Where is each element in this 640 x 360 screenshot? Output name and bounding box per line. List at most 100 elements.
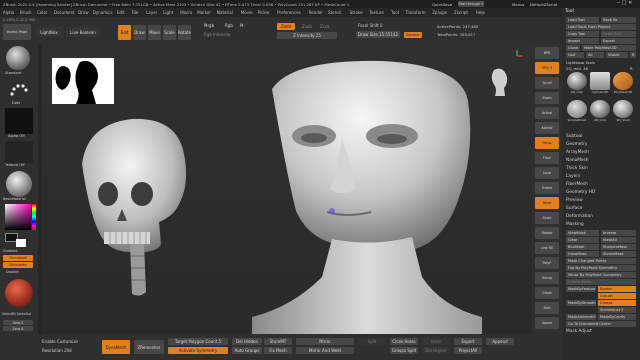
mrgb-button[interactable]: Mrgb — [204, 23, 214, 28]
menu-stroke[interactable]: Stroke — [350, 10, 363, 15]
menu-alpha[interactable]: Alpha — [3, 10, 14, 15]
scale-button[interactable]: Scale — [163, 25, 176, 40]
menu-brush[interactable]: Brush — [20, 10, 32, 15]
section-geometry-hd[interactable]: Geometry HD — [566, 190, 595, 195]
navigation-gizmo[interactable] — [491, 50, 523, 96]
window-controls-icon[interactable]: ‒ □ ✕ — [617, 0, 632, 6]
del-hidden-button[interactable]: Del Hidden — [232, 338, 262, 345]
zero-a-button[interactable]: Zero A — [3, 326, 33, 331]
inverse-button[interactable]: Inverse — [601, 230, 636, 236]
mirror-button[interactable]: Mirror — [296, 338, 354, 345]
section-fibermesh[interactable]: FiberMesh — [566, 182, 588, 187]
shelf-frame-button[interactable]: Frame — [535, 182, 559, 194]
dots-stroke-icon[interactable] — [8, 80, 30, 102]
menu-preferences[interactable]: Preferences — [277, 10, 301, 15]
section-preview[interactable]: Preview — [566, 198, 583, 203]
menu-edit[interactable]: Edit — [117, 10, 125, 15]
m-button[interactable]: M — [240, 23, 243, 28]
dynamesh-button[interactable]: DynaMesh — [102, 340, 130, 354]
shelf-move-button[interactable]: Move — [535, 197, 559, 209]
project-all-button[interactable]: ProjectAll — [454, 347, 482, 354]
shelf-aahalf-button[interactable]: AAHalf — [535, 122, 559, 134]
shelf-line-fill-button[interactable]: Line Fill — [535, 242, 559, 254]
rgb-button[interactable]: Rgb — [225, 23, 233, 28]
shelf-scale-button[interactable]: Scale — [535, 212, 559, 224]
menu-movie[interactable]: Movie — [241, 10, 253, 15]
menu-draw[interactable]: Draw — [78, 10, 88, 15]
mask-changed-points-button[interactable]: Mask Changed Points — [566, 258, 636, 264]
del-higher-button[interactable]: Del Higher — [422, 347, 450, 354]
tool-thumb[interactable]: PolyMesh3D — [612, 72, 634, 98]
zremesher-button[interactable]: ZRemesher — [134, 340, 164, 354]
section-geometry[interactable]: Geometry — [566, 142, 587, 147]
section-thick-skin[interactable]: Thick Skin — [566, 166, 588, 171]
export-bottom-button[interactable]: Export — [454, 338, 482, 345]
menu-tool[interactable]: Tool — [391, 10, 399, 15]
goz-button[interactable]: GoZ — [566, 52, 584, 58]
section-surface[interactable]: Surface — [566, 206, 582, 211]
secondary-color-swatch[interactable] — [16, 239, 26, 247]
mirror-weld-button[interactable]: Mirror And Weld — [296, 347, 354, 354]
crease-button[interactable]: Crease — [598, 300, 636, 306]
menu-transform[interactable]: Transform — [406, 10, 426, 15]
shelf-spix-3-button[interactable]: SPix 3 — [535, 62, 559, 74]
shelf-zoom-button[interactable]: Zoom — [535, 92, 559, 104]
section-masking[interactable]: Masking — [566, 222, 584, 227]
shelf-scroll-button[interactable]: Scroll — [535, 77, 559, 89]
go-to-unmasked-center-button[interactable]: Go To Unmasked Center — [566, 321, 636, 327]
flip-polypaint-button[interactable]: Flip By PolyPaint Symmetry — [566, 265, 636, 271]
inner-button[interactable]: Inner — [422, 338, 450, 345]
edit-button[interactable]: Edit — [118, 25, 131, 40]
standard-brush-icon[interactable] — [6, 46, 30, 70]
copy-tool-button[interactable]: Copy Tool — [566, 31, 599, 37]
storemt-button[interactable]: StoreMT — [264, 338, 292, 345]
focal-shift-slider[interactable]: Focal Shift 0 — [358, 23, 383, 28]
menu-zplugin[interactable]: Zplugin — [432, 10, 447, 15]
shelf-persp-button[interactable]: Persp — [535, 137, 559, 149]
menu-marker[interactable]: Marker — [197, 10, 211, 15]
save-as-button[interactable]: Save As — [601, 17, 636, 23]
maskall-button[interactable]: MaskAll — [601, 237, 636, 243]
r-button[interactable]: R — [630, 52, 636, 58]
menu-color[interactable]: Color — [37, 10, 47, 15]
select-lasso-label[interactable]: SelectRt SelectLa — [2, 312, 31, 316]
visible-button[interactable]: Visible — [606, 52, 628, 58]
tool-thumb[interactable]: ZQ_Skull — [612, 100, 634, 126]
menu-light[interactable]: Light — [163, 10, 173, 15]
draw-button[interactable]: Draw — [133, 25, 146, 40]
load-tool-button[interactable]: Load Tool — [566, 17, 599, 23]
canvas-viewport[interactable] — [42, 44, 532, 334]
silhouette-button[interactable]: Silhouette — [3, 262, 33, 268]
draw-size-slider[interactable]: Draw Size 15.55142 — [356, 31, 400, 38]
menu-texture[interactable]: Texture — [369, 10, 384, 15]
mask-ao-button[interactable]: MaskAmbientOcclusion — [566, 314, 596, 320]
shelf-floor-button[interactable]: Floor — [535, 152, 559, 164]
close-holes-button[interactable]: Close Holes — [390, 338, 418, 345]
menu-zscript[interactable]: Zscript — [454, 10, 468, 15]
shelf-polyf-button[interactable]: PolyF — [535, 257, 559, 269]
target-polycount-slider[interactable]: Target Polygon Count 5 — [168, 338, 228, 345]
load-tools-project-button[interactable]: Load Tools From Project — [566, 24, 636, 30]
thumbnail-button[interactable]: Thumbnail — [3, 255, 33, 261]
z-intensity-slider[interactable]: Z Intensity 25 — [277, 32, 337, 39]
make-polymesh-button[interactable]: Make PolyMesh3D — [582, 45, 636, 51]
menu-layer[interactable]: Layer — [146, 10, 157, 15]
r-toggle[interactable]: R — [630, 66, 633, 71]
zsub-button[interactable]: Zsub — [302, 24, 312, 29]
groups-split-button[interactable]: Groups Split — [390, 347, 418, 354]
quicksave-button[interactable]: QuickSave — [432, 2, 452, 7]
see-through-slider[interactable]: See-through 0 — [458, 1, 484, 7]
dynamic-button[interactable]: Dynamic — [404, 32, 422, 38]
blurmask-button[interactable]: BlurMask — [566, 244, 599, 250]
shell-adjust-slider[interactable]: ShellAdjust 2 — [598, 307, 636, 313]
alpha-off-icon[interactable] — [5, 108, 33, 134]
sharpenmask-button[interactable]: SharpenMask — [601, 244, 636, 250]
auto-groups-button[interactable]: Auto Groups — [232, 347, 262, 354]
resolution-slider[interactable]: Resolution 204 — [42, 348, 72, 353]
color-picker[interactable] — [5, 204, 31, 230]
shelf-rotate-button[interactable]: Rotate — [535, 227, 559, 239]
zero-s-button[interactable]: Zero S — [3, 320, 33, 325]
section-subtool[interactable]: Subtool — [566, 134, 582, 139]
home-page-button[interactable]: Home Page — [3, 24, 31, 40]
mask-cavity-button[interactable]: MaskByCavity — [598, 314, 636, 320]
